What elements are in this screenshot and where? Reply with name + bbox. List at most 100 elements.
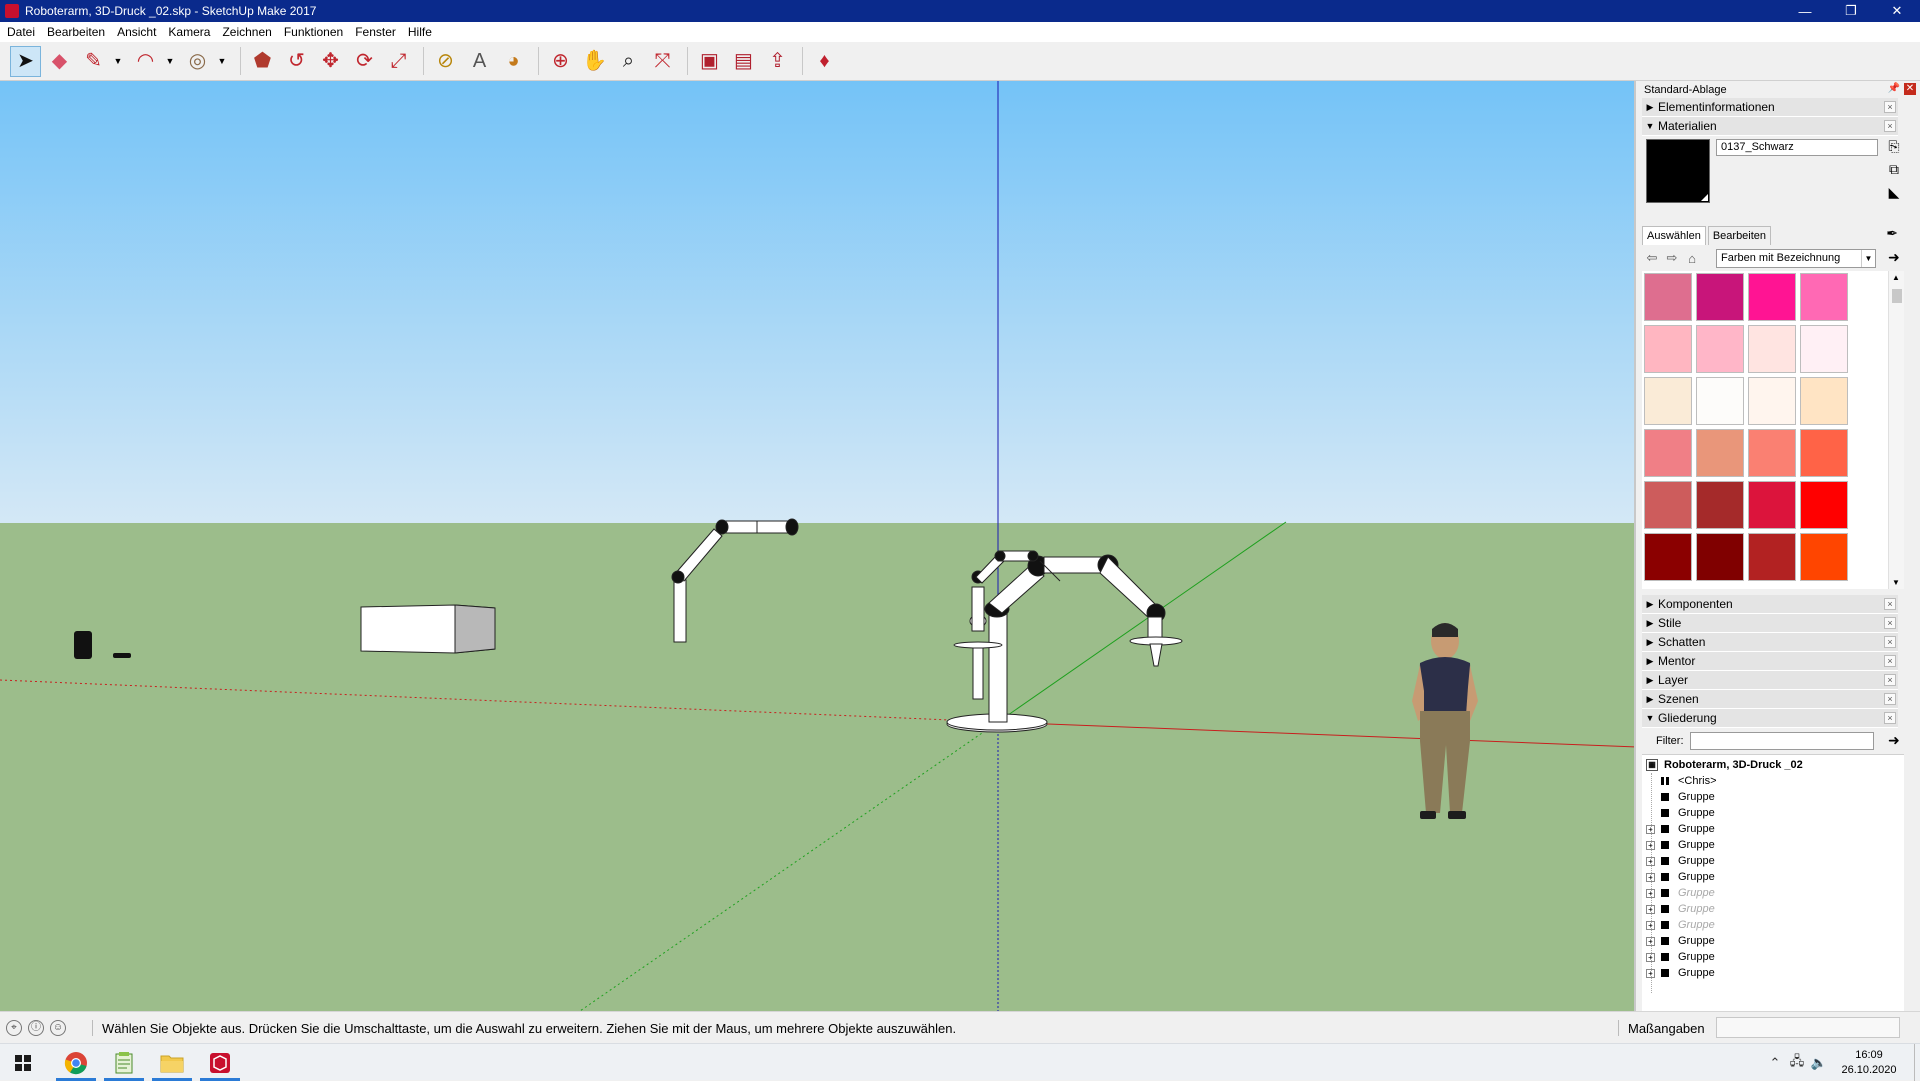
outliner-group[interactable]: + Gruppe — [1642, 821, 1904, 837]
outliner-root[interactable]: ▦ Roboterarm, 3D-Druck _02 — [1642, 757, 1904, 773]
offset-tool[interactable]: ↺ — [281, 46, 312, 77]
filter-input[interactable] — [1690, 732, 1874, 750]
panel-close-icon[interactable]: × — [1884, 693, 1896, 705]
scroll-down-icon[interactable]: ▼ — [1892, 578, 1900, 587]
taskbar-chrome[interactable] — [52, 1044, 100, 1081]
scene-canvas[interactable] — [0, 81, 1636, 1011]
eraser-tool[interactable]: ◆ — [44, 46, 75, 77]
material-swatch[interactable] — [1748, 533, 1796, 581]
panel-schatten[interactable]: ▶ Schatten × — [1642, 633, 1898, 652]
panel-close-icon[interactable]: × — [1884, 655, 1896, 667]
tray-close-icon[interactable]: ✕ — [1904, 83, 1916, 95]
chevron-down-icon[interactable]: ▼ — [112, 46, 124, 77]
paint-bucket-tool[interactable]: ◕ — [498, 46, 529, 77]
material-swatch[interactable] — [1644, 429, 1692, 477]
outliner-group[interactable]: + Gruppe — [1642, 949, 1904, 965]
outliner-group[interactable]: + Gruppe — [1642, 933, 1904, 949]
menu-kamera[interactable]: Kamera — [165, 25, 218, 39]
outliner-group[interactable]: + Gruppe — [1642, 885, 1904, 901]
share-model-tool[interactable]: ⇪ — [762, 46, 793, 77]
panel-close-icon[interactable]: × — [1884, 598, 1896, 610]
eyedropper-icon[interactable]: ✒ — [1886, 225, 1898, 242]
extension-warehouse-tool[interactable]: ▤ — [728, 46, 759, 77]
speaker-icon[interactable]: 🔈 — [1808, 1055, 1830, 1071]
material-swatch[interactable] — [1800, 533, 1848, 581]
chevron-down-icon[interactable]: ▼ — [164, 46, 176, 77]
geo-location-icon[interactable]: ⌖ — [6, 1019, 22, 1036]
material-name-field[interactable]: 0137_Schwarz — [1716, 139, 1878, 156]
close-button[interactable]: ✕ — [1874, 0, 1920, 22]
scale-tool[interactable]: ⤢ — [383, 46, 414, 77]
network-icon[interactable]: 🖧 — [1786, 1052, 1808, 1074]
material-swatch[interactable] — [1800, 273, 1848, 321]
material-swatch[interactable] — [1644, 533, 1692, 581]
panel-gliederung[interactable]: ▼ Gliederung × — [1642, 709, 1898, 728]
default-material-icon[interactable]: ◣ — [1889, 184, 1900, 201]
push-pull-tool[interactable]: ⬟ — [247, 46, 278, 77]
outliner-group[interactable]: + Gruppe — [1642, 917, 1904, 933]
warehouse-tool[interactable]: ▣ — [694, 46, 725, 77]
outliner-component[interactable]: <Chris> — [1642, 773, 1904, 789]
material-swatch[interactable] — [1748, 273, 1796, 321]
scroll-up-icon[interactable]: ▲ — [1892, 273, 1900, 282]
minimize-button[interactable]: — — [1782, 0, 1828, 22]
material-collection-select[interactable]: Farben mit Bezeichnung ▼ — [1716, 249, 1876, 268]
zoom-extents-tool[interactable]: ⤧ — [647, 46, 678, 77]
outliner-group[interactable]: Gruppe — [1642, 789, 1904, 805]
text-tool[interactable]: A — [464, 46, 495, 77]
chevron-down-icon[interactable]: ▼ — [216, 46, 228, 77]
tab-bearbeiten[interactable]: Bearbeiten — [1707, 226, 1772, 245]
material-swatch[interactable] — [1748, 429, 1796, 477]
sketchup-app-icon[interactable] — [5, 4, 19, 18]
panel-szenen[interactable]: ▶ Szenen × — [1642, 690, 1898, 709]
menu-zeichnen[interactable]: Zeichnen — [219, 25, 279, 39]
shape-tool[interactable]: ◎ — [182, 46, 213, 77]
outliner-details-icon[interactable]: ➜ — [1888, 732, 1900, 749]
panel-close-icon[interactable]: × — [1884, 674, 1896, 686]
outliner-group[interactable]: Gruppe — [1642, 805, 1904, 821]
menu-fenster[interactable]: Fenster — [352, 25, 404, 39]
outliner-group[interactable]: + Gruppe — [1642, 869, 1904, 885]
material-swatch[interactable] — [1800, 429, 1848, 477]
select-tool[interactable]: ➤ — [10, 45, 41, 77]
material-swatch[interactable] — [1748, 325, 1796, 373]
measurements-input[interactable] — [1716, 1017, 1900, 1038]
panel-komponenten[interactable]: ▶ Komponenten × — [1642, 595, 1898, 614]
rotate-tool[interactable]: ⟳ — [349, 46, 380, 77]
taskbar-sketchup[interactable] — [196, 1044, 244, 1081]
menu-funktionen[interactable]: Funktionen — [281, 25, 351, 39]
panel-layer[interactable]: ▶ Layer × — [1642, 671, 1898, 690]
material-swatch[interactable] — [1748, 377, 1796, 425]
current-material-swatch[interactable] — [1646, 139, 1710, 203]
credits-icon[interactable]: ⓘ — [28, 1019, 44, 1036]
material-swatch[interactable] — [1800, 377, 1848, 425]
material-swatch[interactable] — [1644, 481, 1692, 529]
material-swatch[interactable] — [1800, 325, 1848, 373]
outliner-group[interactable]: + Gruppe — [1642, 965, 1904, 981]
tab-auswaehlen[interactable]: Auswählen — [1642, 226, 1706, 245]
pin-icon[interactable]: 📌 — [1888, 83, 1900, 94]
line-tool[interactable]: ✎ — [78, 46, 109, 77]
panel-close-icon[interactable]: × — [1884, 101, 1896, 113]
back-arrow-icon[interactable]: ⇦ — [1642, 250, 1662, 266]
chevron-up-icon[interactable]: ⌃ — [1764, 1055, 1786, 1071]
clock[interactable]: 16:09 26.10.2020 — [1830, 1048, 1908, 1078]
arc-tool[interactable]: ◠ — [130, 46, 161, 77]
user-icon[interactable]: ☺ — [50, 1019, 66, 1036]
menu-ansicht[interactable]: Ansicht — [114, 25, 164, 39]
material-swatch[interactable] — [1644, 377, 1692, 425]
panel-elementinformationen[interactable]: ▶ Elementinformationen × — [1642, 98, 1898, 117]
panel-materialien[interactable]: ▼ Materialien × — [1642, 117, 1898, 136]
menu-bearbeiten[interactable]: Bearbeiten — [44, 25, 113, 39]
material-swatch[interactable] — [1696, 325, 1744, 373]
taskbar-notepad[interactable] — [100, 1044, 148, 1081]
panel-close-icon[interactable]: × — [1884, 712, 1896, 724]
material-swatch[interactable] — [1644, 273, 1692, 321]
material-swatch[interactable] — [1696, 273, 1744, 321]
forward-arrow-icon[interactable]: ⇨ — [1662, 250, 1682, 266]
maximize-button[interactable]: ❐ — [1828, 0, 1874, 22]
material-swatch[interactable] — [1696, 533, 1744, 581]
material-swatch[interactable] — [1800, 481, 1848, 529]
material-swatch[interactable] — [1696, 429, 1744, 477]
home-icon[interactable]: ⌂ — [1682, 251, 1702, 266]
